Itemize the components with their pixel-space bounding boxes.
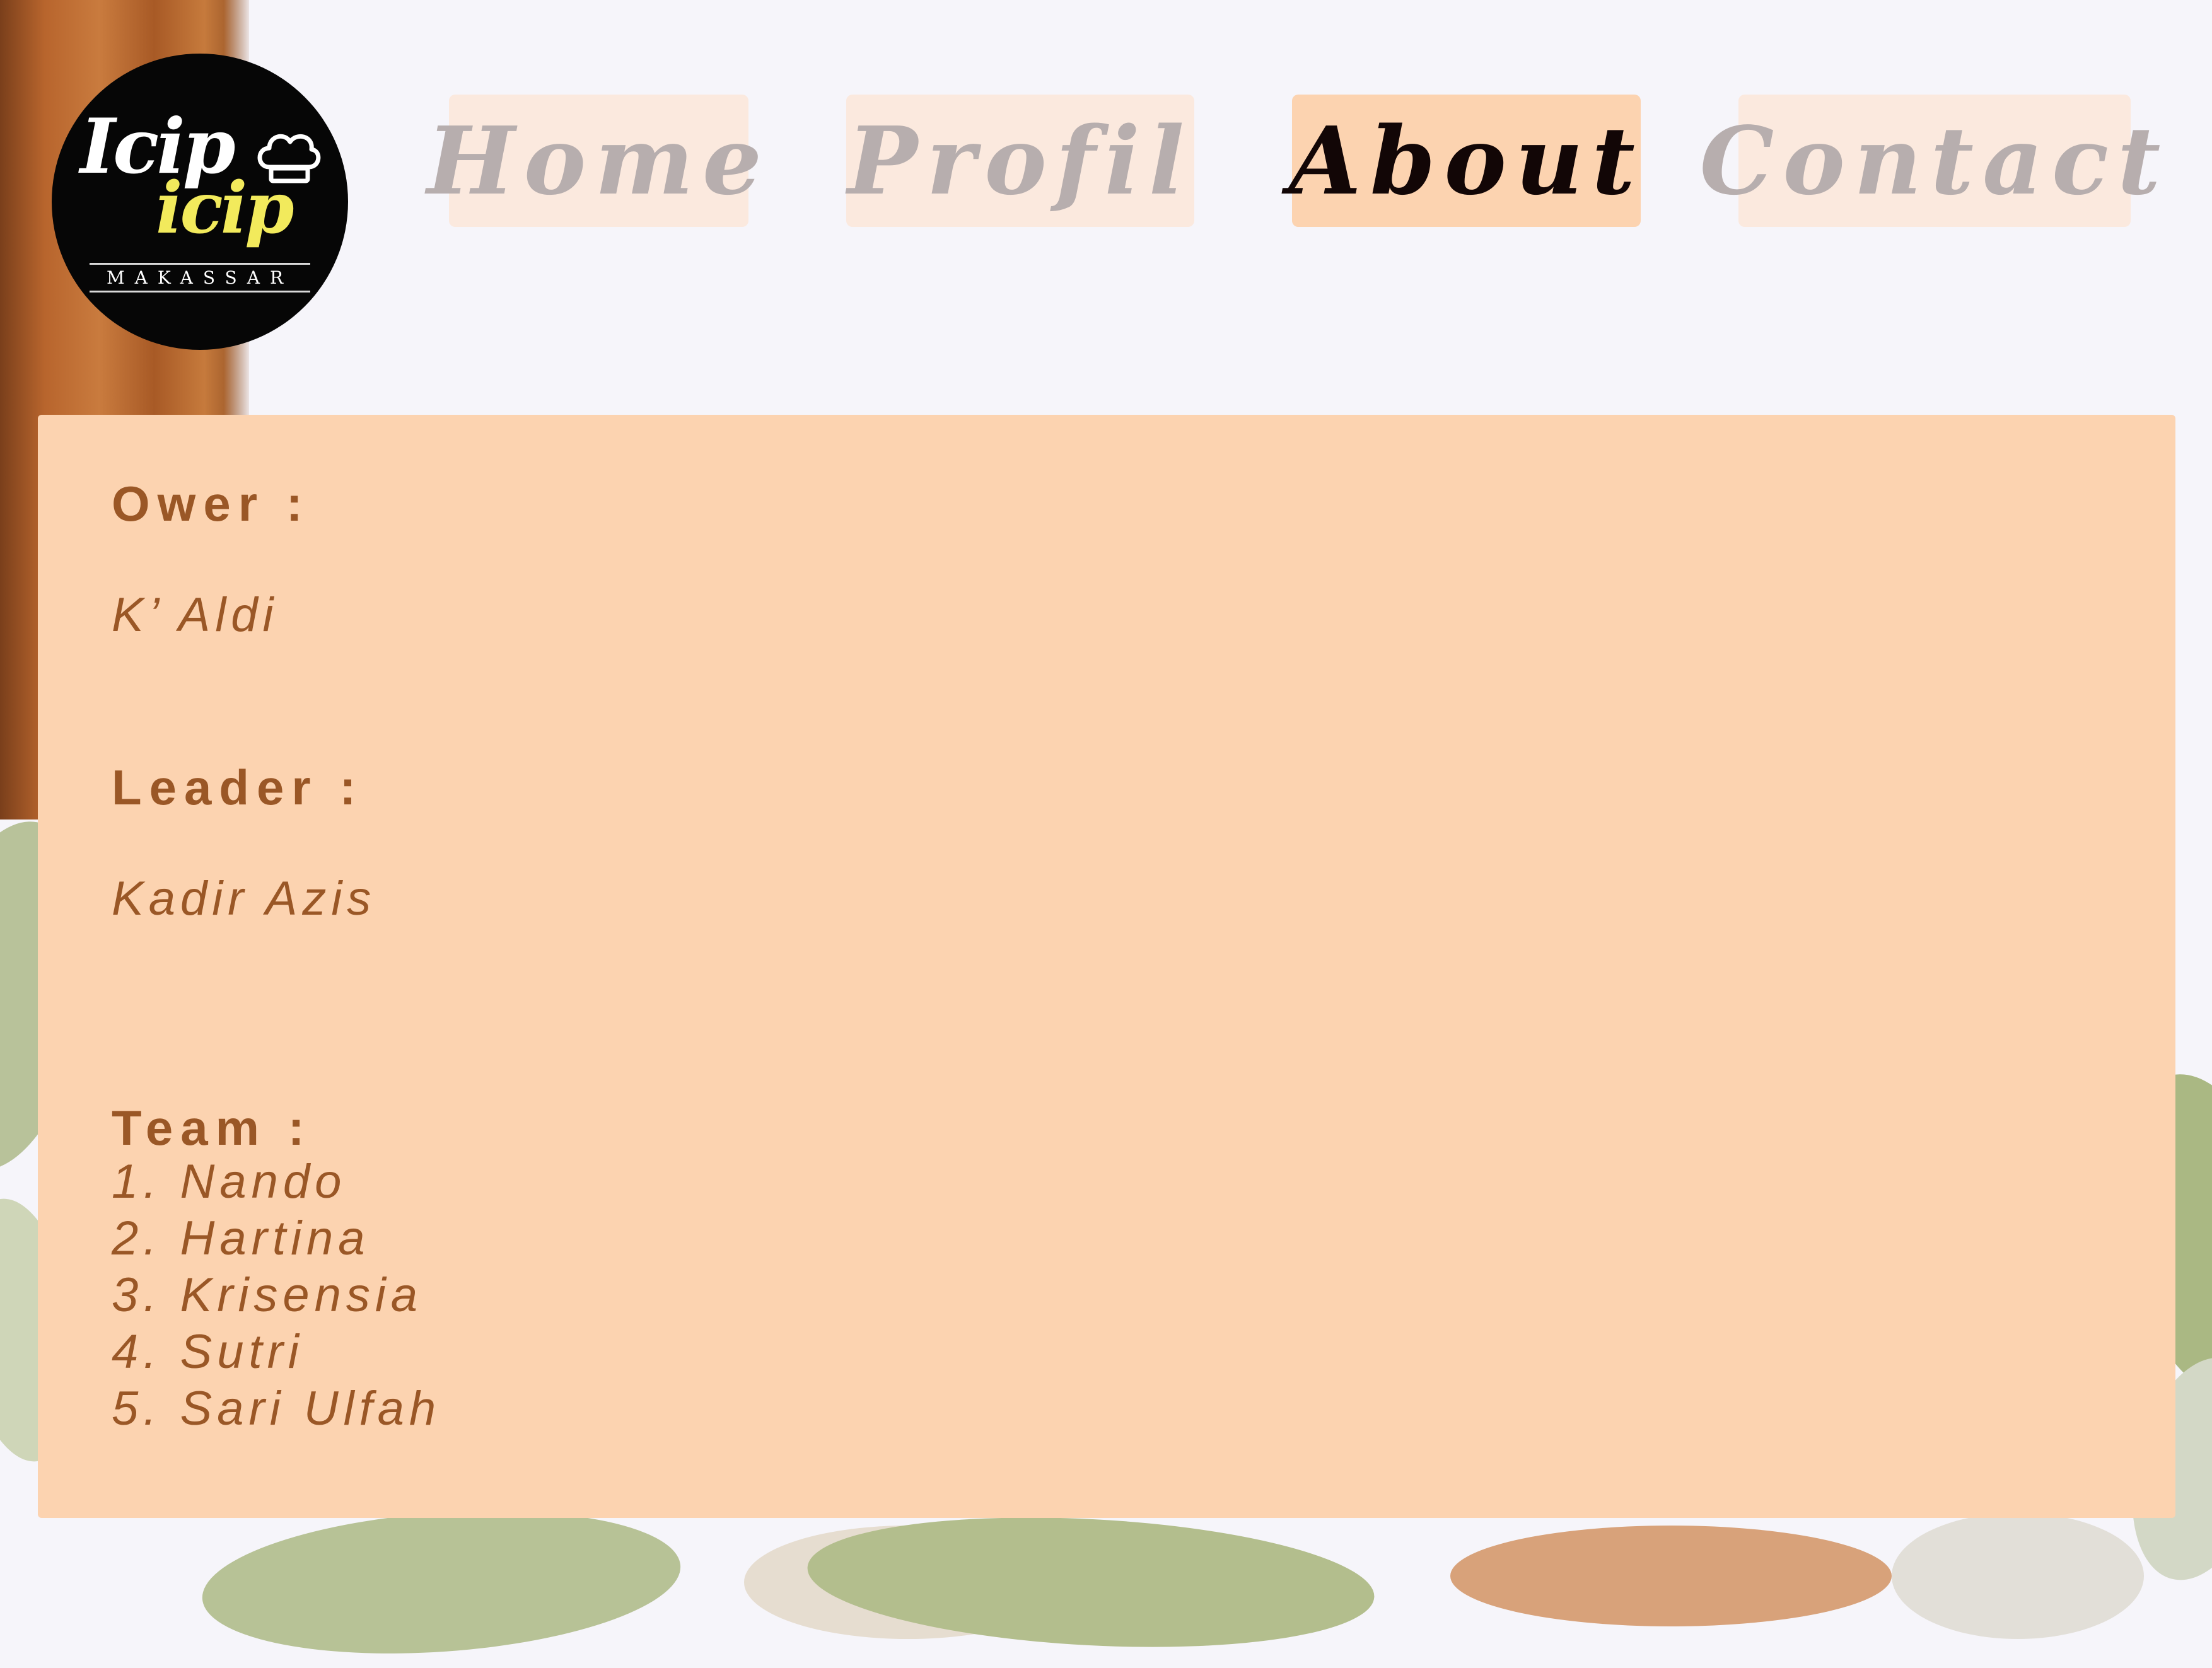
nav-about-button[interactable]: About	[1289, 95, 1641, 227]
team-member: 4. Sutri	[112, 1325, 304, 1379]
leader-heading: Leader :	[112, 760, 364, 815]
team-list: 1. Nando 2. Hartina 3. Krisensia 4. Sutr…	[112, 1154, 441, 1437]
owner-heading: Ower :	[112, 476, 310, 531]
leader-name: Kadir Azis	[112, 872, 376, 925]
about-panel: Ower : K’ Aldi Leader : Kadir Azis Team …	[38, 415, 2175, 1518]
nav-profil-button[interactable]: Profil	[846, 95, 1194, 227]
logo-divider	[90, 263, 310, 265]
team-member: 5. Sari Ulfah	[112, 1382, 441, 1435]
leaf-decoration	[1450, 1526, 1892, 1626]
nav-home-button[interactable]: Home	[427, 95, 762, 227]
chef-hat-icon	[257, 134, 321, 183]
owner-name: K’ Aldi	[112, 588, 279, 642]
logo-subtitle: MAKASSAR	[106, 267, 294, 288]
team-heading: Team :	[112, 1100, 312, 1155]
team-member: 1. Nando	[112, 1155, 347, 1208]
team-member: 3. Krisensia	[112, 1268, 423, 1322]
team-member: 2. Hartina	[112, 1212, 370, 1265]
brand-logo[interactable]: Icip icip MAKASSAR	[52, 54, 348, 350]
leaf-decoration	[197, 1496, 685, 1668]
logo-divider	[90, 291, 310, 292]
leaf-decoration	[1892, 1513, 2144, 1639]
nav-contact-button[interactable]: Contact	[1700, 95, 2160, 227]
